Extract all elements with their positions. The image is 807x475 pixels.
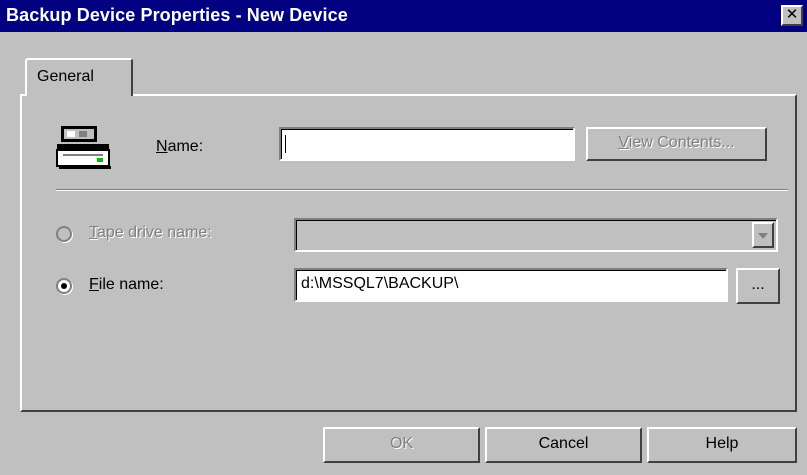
file-name-label: File name: [89, 276, 164, 293]
tab-general-label: General [37, 68, 94, 85]
separator [56, 189, 788, 191]
close-icon: ✕ [785, 6, 799, 23]
ok-button[interactable]: OK [323, 427, 480, 463]
title-bar[interactable]: Backup Device Properties - New Device ✕ [0, 0, 807, 32]
tape-drive-select[interactable] [294, 218, 778, 252]
name-input[interactable] [279, 127, 575, 161]
name-label: Name: [156, 138, 204, 155]
dialog-window: Backup Device Properties - New Device ✕ … [0, 0, 807, 475]
tape-drive-radio[interactable] [56, 226, 72, 242]
window-title: Backup Device Properties - New Device [6, 5, 348, 25]
view-contents-button[interactable]: View Contents... [586, 127, 767, 161]
radio-selected-dot [61, 283, 67, 289]
tape-drive-icon [56, 126, 111, 169]
text-caret [285, 135, 286, 153]
help-button[interactable]: Help [647, 427, 797, 463]
browse-button[interactable]: ... [736, 268, 780, 304]
chevron-down-icon [758, 233, 768, 239]
tab-general[interactable]: General [25, 58, 133, 96]
tape-drive-dropdown-button[interactable] [752, 222, 774, 248]
file-name-radio[interactable] [56, 278, 72, 294]
cancel-button[interactable]: Cancel [485, 427, 642, 463]
close-button[interactable]: ✕ [781, 5, 803, 26]
tape-drive-label: Tape drive name: [89, 224, 212, 241]
file-name-value: d:\MSSQL7\BACKUP\ [301, 275, 459, 292]
general-tab-panel: Name: View Contents... Tape drive name: … [20, 94, 797, 412]
file-name-input[interactable]: d:\MSSQL7\BACKUP\ [294, 268, 728, 302]
